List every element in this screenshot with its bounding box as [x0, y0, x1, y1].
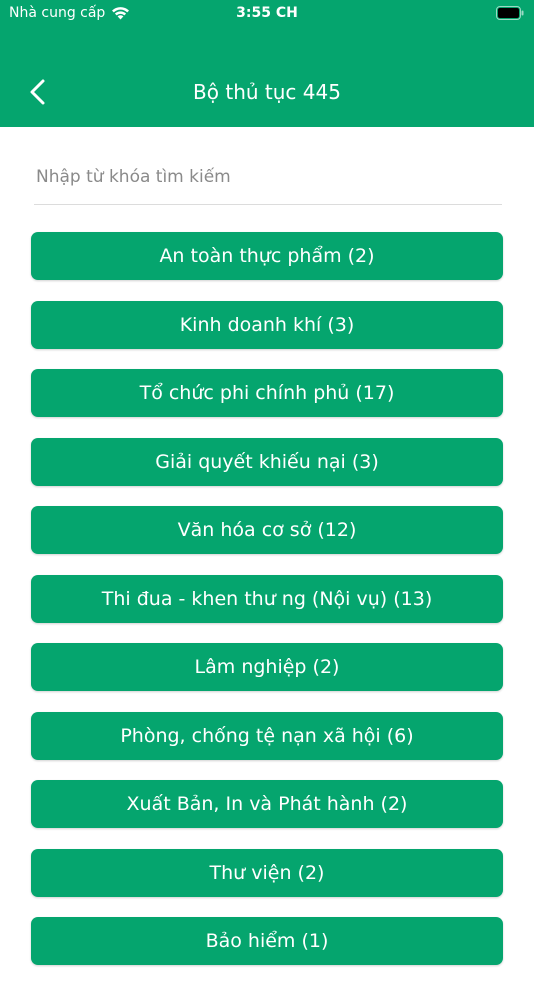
nav-bar: Bộ thủ tục 445: [0, 60, 534, 124]
category-button-giai-quyet-khieu-nai[interactable]: Giải quyết khiếu nại (3): [31, 437, 503, 486]
battery-icon: [496, 6, 524, 20]
category-button-bao-hiem[interactable]: Bảo hiểm (1): [31, 917, 503, 965]
category-list: An toàn thực phẩm (2) Kinh doanh khí (3)…: [31, 232, 503, 986]
search-input[interactable]: [34, 152, 504, 202]
category-button-thu-vien[interactable]: Thư viện (2): [31, 848, 503, 897]
category-button-phong-chong-te-nan[interactable]: Phòng, chống tệ nạn xã hội (6): [31, 711, 503, 760]
status-time: 3:55 CH: [236, 5, 298, 21]
category-button-kinh-doanh-khi[interactable]: Kinh doanh khí (3): [31, 300, 503, 349]
page-title: Bộ thủ tục 445: [193, 80, 341, 104]
app-header: Nhà cung cấp 3:55 CH Bộ thủ tục 445: [0, 0, 534, 127]
category-button-thi-dua-khen-thuong[interactable]: Thi đua - khen thư ng (Nội vụ) (13): [31, 574, 503, 623]
category-button-to-chuc-phi-chinh-phu[interactable]: Tổ chức phi chính phủ (17): [31, 369, 503, 417]
category-button-van-hoa-co-so[interactable]: Văn hóa cơ sở (12): [31, 506, 503, 554]
search-field: [34, 152, 504, 205]
category-button-an-toan-thuc-pham[interactable]: An toàn thực phẩm (2): [31, 232, 503, 280]
category-button-xuat-ban-in-phat-hanh[interactable]: Xuất Bản, In và Phát hành (2): [31, 780, 503, 828]
status-bar: Nhà cung cấp 3:55 CH: [0, 0, 534, 28]
category-button-lam-nghiep[interactable]: Lâm nghiệp (2): [31, 643, 503, 691]
